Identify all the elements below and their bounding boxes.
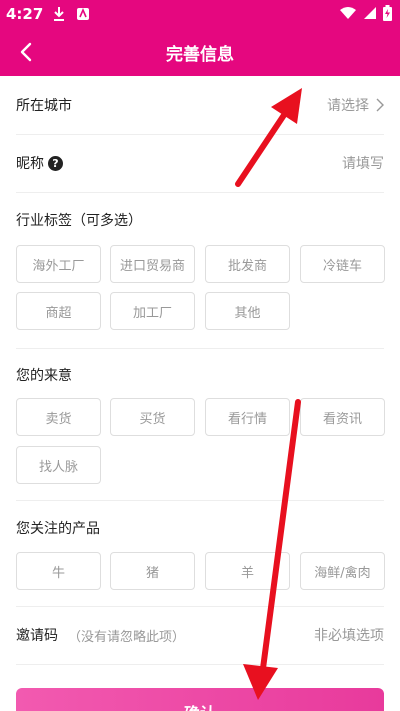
purpose-tag[interactable]: 找人脉 [16,446,101,484]
product-tag[interactable]: 羊 [205,552,290,590]
invite-hint: （没有请忽略此项） [68,629,186,645]
divider [16,134,384,135]
industry-tag[interactable]: 其他 [205,292,290,330]
nickname-label: 昵称 [16,156,44,172]
purpose-tag[interactable]: 看行情 [205,398,290,436]
industry-tag[interactable]: 冷链车 [300,245,385,283]
product-tag[interactable]: 猪 [110,552,195,590]
industry-tag[interactable]: 海外工厂 [16,245,101,283]
signal-icon [364,7,376,19]
annotation-arrow-confirm [243,399,301,700]
page-title: 完善信息 [166,45,234,65]
status-system-icons [339,5,392,21]
products-section-title: 您关注的产品 [16,521,100,537]
city-label: 所在城市 [16,98,72,114]
invite-row: 邀请码 （没有请忽略此项） 非必填选项 [16,622,384,648]
chevron-right-icon [376,98,384,112]
product-tag[interactable]: 海鲜/禽肉 [300,552,385,590]
confirm-button[interactable]: 确认 [16,688,384,711]
status-notification-icons [52,6,90,22]
nickname-label-group: 昵称 ? [16,153,63,173]
industry-section-title: 行业标签（可多选） [16,213,142,229]
divider [16,500,384,501]
divider [16,348,384,349]
city-value: 请选择 [327,98,369,114]
invite-label: 邀请码 [16,628,58,644]
purpose-tag[interactable]: 看资讯 [300,398,385,436]
nickname-input[interactable]: 请填写 [342,153,384,173]
industry-tag[interactable]: 加工厂 [110,292,195,330]
nav-bar: 完善信息 [0,28,400,76]
invite-label-group: 邀请码 （没有请忽略此项） [16,625,185,645]
city-select[interactable]: 请选择 [327,95,384,115]
download-icon [54,7,64,21]
industry-tag[interactable]: 批发商 [205,245,290,283]
wifi-icon [340,7,356,19]
industry-tag[interactable]: 商超 [16,292,101,330]
city-row[interactable]: 所在城市 请选择 [16,92,384,118]
purpose-section-title: 您的来意 [16,368,72,384]
help-icon[interactable]: ? [48,155,63,171]
confirm-label: 确认 [184,700,216,711]
divider [16,664,384,665]
app-notification-icon [77,7,89,20]
industry-tag[interactable]: 进口贸易商 [110,245,195,283]
invite-code-input[interactable]: 非必填选项 [314,625,384,645]
battery-icon [383,5,392,21]
purpose-tag[interactable]: 买货 [110,398,195,436]
product-tag[interactable]: 牛 [16,552,101,590]
divider [16,606,384,607]
status-time: 4:27 [6,5,44,23]
nickname-row: 昵称 ? 请填写 [16,150,384,176]
purpose-tag[interactable]: 卖货 [16,398,101,436]
status-bar: 4:27 [0,0,400,28]
divider [16,192,384,193]
